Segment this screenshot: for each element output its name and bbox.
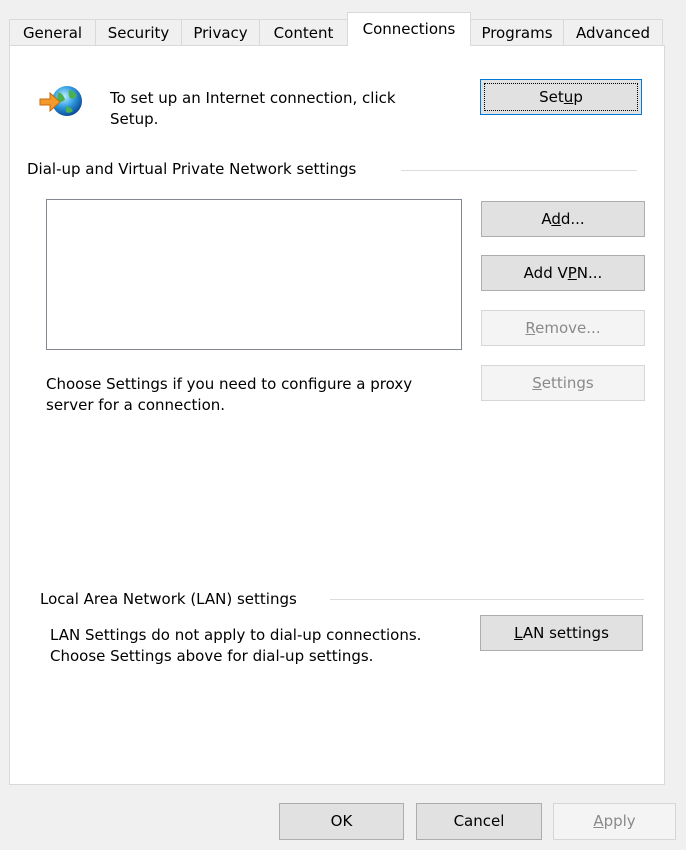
add-vpn-button-label-post: N...	[576, 264, 603, 282]
lan-group-label: Local Area Network (LAN) settings	[40, 590, 297, 608]
add-button[interactable]: Add...	[481, 201, 645, 237]
settings-button-label-mnemonic: S	[532, 374, 542, 392]
tab-content[interactable]: Content	[259, 19, 348, 45]
apply-button[interactable]: Apply	[553, 803, 676, 840]
lan-instruction-line1: LAN Settings do not apply to dial-up con…	[50, 626, 422, 644]
setup-instruction-line1: To set up an Internet connection, click	[110, 89, 396, 107]
focus-rectangle	[484, 83, 638, 111]
proxy-instruction-line2: server for a connection.	[46, 396, 226, 414]
ok-button[interactable]: OK	[279, 803, 404, 840]
lan-settings-button-label-post: AN settings	[522, 624, 609, 642]
add-vpn-button[interactable]: Add VPN...	[481, 255, 645, 291]
setup-instruction-line2: Setup.	[110, 110, 159, 128]
tab-security[interactable]: Security	[95, 19, 182, 45]
connections-listbox[interactable]	[46, 199, 462, 350]
remove-button-label-post: emove...	[535, 319, 601, 337]
add-button-label-mnemonic: d	[551, 210, 561, 228]
add-button-label-pre: A	[541, 210, 552, 228]
tab-connections[interactable]: Connections	[347, 12, 471, 46]
tab-general[interactable]: General	[9, 19, 96, 45]
lan-instruction-line2: Choose Settings above for dial-up settin…	[50, 647, 374, 665]
lan-settings-button[interactable]: LAN settings	[480, 615, 643, 651]
tab-programs[interactable]: Programs	[470, 19, 564, 45]
connections-panel: To set up an Internet connection, click …	[9, 45, 665, 785]
internet-options-dialog: General Security Privacy Content Connect…	[0, 0, 686, 850]
globe-arrow-icon	[38, 82, 84, 122]
proxy-instruction-line1: Choose Settings if you need to configure…	[46, 375, 413, 393]
apply-button-label-mnemonic: A	[593, 812, 604, 830]
tab-advanced[interactable]: Advanced	[563, 19, 663, 45]
add-button-label-post: d...	[560, 210, 585, 228]
remove-button-label-mnemonic: R	[525, 319, 536, 337]
settings-button[interactable]: Settings	[481, 365, 645, 401]
tab-privacy[interactable]: Privacy	[181, 19, 260, 45]
remove-button[interactable]: Remove...	[481, 310, 645, 346]
settings-button-label-post: ettings	[541, 374, 594, 392]
dialup-group-divider	[401, 170, 637, 171]
apply-button-label-post: pply	[603, 812, 636, 830]
lan-settings-button-label-mnemonic: L	[514, 624, 523, 642]
cancel-button[interactable]: Cancel	[416, 803, 542, 840]
add-vpn-button-label-mnemonic: P	[567, 264, 577, 282]
lan-group-divider	[330, 599, 644, 600]
add-vpn-button-label-pre: Add V	[523, 264, 568, 282]
dialup-group-label: Dial-up and Virtual Private Network sett…	[27, 160, 357, 178]
setup-button[interactable]: Setup	[480, 79, 642, 115]
